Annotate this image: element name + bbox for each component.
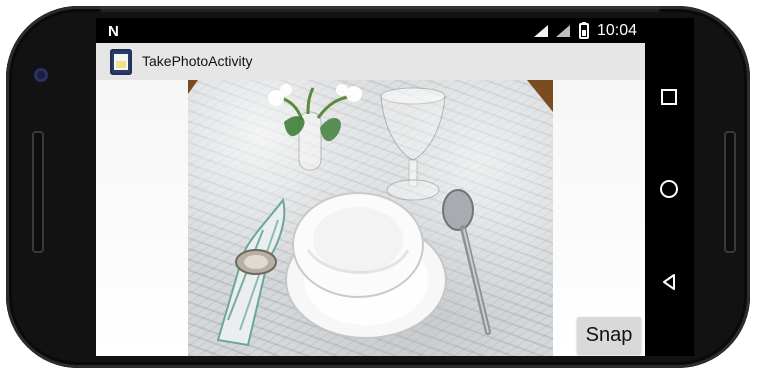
status-bar: N 10:04	[96, 18, 645, 43]
flower-vase	[268, 84, 362, 171]
snap-button[interactable]: Snap	[577, 317, 641, 354]
navigation-bar	[645, 18, 694, 356]
camera-preview	[188, 80, 553, 356]
status-time: 10:04	[596, 22, 637, 39]
wifi-icon	[533, 25, 548, 37]
plate-and-bowl	[285, 192, 447, 339]
spoon	[442, 189, 491, 335]
recents-icon[interactable]	[657, 85, 681, 109]
right-speaker-slot	[724, 131, 736, 253]
home-icon[interactable]	[657, 177, 681, 201]
notification-indicator: N	[108, 23, 119, 40]
activity-content: Snap	[96, 80, 645, 356]
wine-glass	[380, 87, 446, 201]
battery-icon	[578, 22, 589, 39]
activity-title: TakePhotoActivity	[142, 53, 253, 69]
front-camera-icon	[34, 68, 48, 82]
back-icon[interactable]	[657, 270, 681, 294]
left-speaker-slot	[32, 131, 44, 253]
device-edge	[100, 6, 660, 12]
screen: N 10:04 TakePhotoActivity Snap	[96, 18, 645, 356]
photo-graphics	[188, 80, 553, 347]
status-icons: 10:04	[533, 22, 637, 40]
app-bar: TakePhotoActivity	[96, 43, 645, 81]
napkin	[216, 197, 286, 347]
wood-corner-right	[527, 80, 553, 112]
signal-icon	[555, 25, 570, 37]
wood-corner-left	[188, 80, 198, 94]
app-icon	[110, 49, 132, 75]
